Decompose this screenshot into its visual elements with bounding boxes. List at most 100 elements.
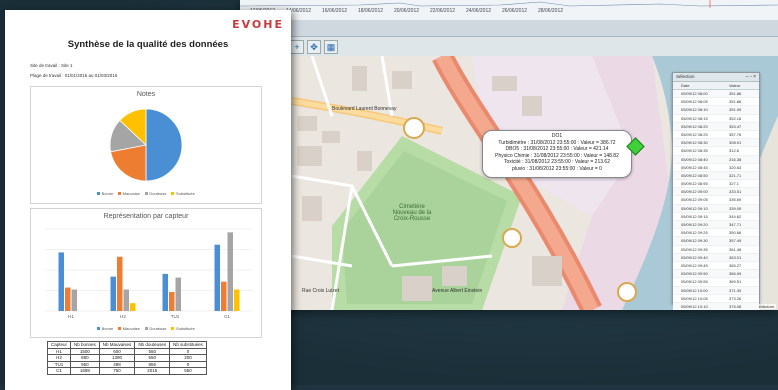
row-date: 05/09/12 08:35 xyxy=(681,148,708,154)
selection-row[interactable]: 05/09/12 10:05 373.26 xyxy=(673,295,759,303)
zoom-in-icon[interactable]: + xyxy=(290,40,304,54)
row-date: 05/09/12 08:20 xyxy=(681,123,708,129)
timeline-strip[interactable]: 12/06/201214/06/201216/06/201218/06/2012… xyxy=(240,0,778,21)
row-date: 05/09/12 08:00 xyxy=(681,91,708,96)
table-row: C1 1698 750 2015 550 xyxy=(46,367,207,375)
map-label-einstein: Avenue Albert Einstein xyxy=(432,288,483,294)
pan-icon[interactable]: ✥ xyxy=(307,40,321,54)
bar-tu1-1 xyxy=(169,291,175,311)
row-date: 05/09/12 08:40 xyxy=(681,156,708,162)
row-value: 351.86 xyxy=(729,99,742,105)
report-title: Synthèse de la qualité des données xyxy=(67,39,229,50)
selection-row[interactable]: 05/09/12 09:35 361.48 xyxy=(673,246,759,254)
row-date: 05/09/12 09:40 xyxy=(681,254,708,260)
bar-c1-3 xyxy=(234,289,240,311)
selection-row[interactable]: 05/09/12 08:00 351.86 xyxy=(673,90,759,99)
close-icon[interactable]: – ▫ × xyxy=(746,73,756,81)
bar-c1-0 xyxy=(214,244,220,311)
selection-row[interactable]: 05/09/12 09:10 339.09 xyxy=(673,204,759,213)
selection-title: Sélection xyxy=(676,74,695,79)
selection-row[interactable]: 05/09/12 09:00 333.51 xyxy=(673,188,759,197)
bar-legend: Bonne Mauvaise Douteuse Substituée xyxy=(31,326,261,331)
legend-item: Douteuse xyxy=(144,191,166,196)
selection-row[interactable]: 05/09/12 08:35 312.6 xyxy=(673,147,759,156)
pie-chart-title: Notes xyxy=(136,91,156,98)
legend-item: Mauvaise xyxy=(118,326,140,331)
row-value: 347.71 xyxy=(729,222,742,227)
layers-icon[interactable]: ▦ xyxy=(324,40,338,54)
selection-row[interactable]: 05/09/12 09:40 363.01 xyxy=(673,253,759,262)
map-toolbar: + ✥ ▦ xyxy=(290,40,338,54)
bar-category-label: C1 xyxy=(224,314,230,319)
row-value: 351.09 xyxy=(729,107,742,113)
selection-panel[interactable]: Sélection – ▫ × Date Valeur 05/09/12 08:… xyxy=(672,72,760,310)
table-header: Nb bonnes xyxy=(70,341,100,349)
selection-row[interactable]: 05/09/12 08:55 327.1 xyxy=(673,180,759,189)
stats-table: Capteur Nb bonnes Nb Mauvaises Nb douteuses… xyxy=(46,341,207,375)
row-value: 320.63 xyxy=(729,164,742,170)
map-label-boulevard: Boulevard Laurent Bonnevay xyxy=(332,106,397,112)
bar-tu1-0 xyxy=(162,273,168,311)
sensor-popup[interactable]: DO1 Turbidimètre : 31/08/2012 23:55:00 :… xyxy=(482,130,632,178)
row-date: 05/09/12 08:05 xyxy=(681,99,708,105)
selection-row[interactable]: 05/09/12 10:00 371.39 xyxy=(673,286,759,295)
selection-row[interactable]: 05/09/12 08:20 353.47 xyxy=(673,122,759,131)
selection-row[interactable]: 05/09/12 08:05 351.86 xyxy=(673,98,759,107)
row-date: 05/09/12 09:45 xyxy=(681,262,708,268)
selection-row[interactable]: 05/09/12 08:30 308.91 xyxy=(673,139,759,148)
map-label-cemetery: Cimetière Nouveau de la Croix-Rousse xyxy=(392,204,432,222)
column-value[interactable]: Valeur xyxy=(729,82,740,89)
selection-row[interactable]: 05/09/12 09:45 365.27 xyxy=(673,262,759,271)
row-value: 352.16 xyxy=(729,115,742,121)
app-window: 12/06/201214/06/201216/06/201218/06/2012… xyxy=(240,0,778,310)
selection-row[interactable]: 05/09/12 09:15 344.62 xyxy=(673,213,759,221)
row-date: 05/09/12 10:00 xyxy=(681,287,708,293)
bar-h2-1 xyxy=(117,256,123,311)
row-value: 357.76 xyxy=(729,131,742,137)
selection-row[interactable]: 05/09/12 08:25 357.76 xyxy=(673,131,759,140)
bar-chart-title: Représentation par capteur xyxy=(103,213,189,220)
selection-row[interactable]: 05/09/12 09:50 366.09 xyxy=(673,270,759,279)
row-date: 05/09/12 09:30 xyxy=(681,238,708,244)
table-cell: C1 xyxy=(46,367,72,375)
row-value: 335.69 xyxy=(729,197,742,203)
selection-row[interactable]: 05/09/12 09:25 350.68 xyxy=(673,229,759,238)
legend-item: Bonne xyxy=(97,191,113,196)
pie-legend: Bonne Mauvaise Douteuse Substituée xyxy=(31,191,261,196)
selection-row[interactable]: 05/09/12 08:40 316.38 xyxy=(673,155,759,164)
row-date: 05/09/12 09:25 xyxy=(681,230,708,236)
timeline-tick: 20/06/2012 xyxy=(394,8,420,14)
timeline-curve xyxy=(240,0,778,8)
selection-row[interactable]: 05/09/12 08:45 320.63 xyxy=(673,164,759,172)
table-header: Nb Mauvaises xyxy=(98,341,136,349)
selection-row[interactable]: 05/09/12 09:20 347.71 xyxy=(673,221,759,230)
row-date: 05/09/12 08:55 xyxy=(681,181,708,187)
bar-h1-1 xyxy=(65,287,71,311)
bar-tu1-2 xyxy=(175,277,181,311)
bar-h1-2 xyxy=(71,289,77,311)
selection-row[interactable]: 05/09/12 09:05 335.69 xyxy=(673,196,759,205)
selection-row[interactable]: 05/09/12 10:10 375.08 xyxy=(673,302,759,310)
row-value: 361.48 xyxy=(729,246,742,252)
row-value: 333.51 xyxy=(729,189,742,195)
row-value: 369.51 xyxy=(729,279,742,285)
bar-chart-svg: H1 H2 TU1 C1 xyxy=(45,228,253,319)
column-date[interactable]: Date xyxy=(673,82,729,89)
pie-chart: Notes Bonne Mauvaise Douteuse Substituée xyxy=(30,86,262,204)
selection-row[interactable]: 05/09/12 08:10 351.09 xyxy=(673,106,759,115)
timeline-tick: 28/06/2012 xyxy=(538,8,564,14)
report-period: Plage de travail : 01/01/2016 au 01/03/2… xyxy=(30,73,118,78)
row-value: 366.09 xyxy=(729,271,742,277)
row-date: 05/09/12 10:10 xyxy=(681,303,708,309)
selection-row[interactable]: 05/09/12 09:55 369.51 xyxy=(673,278,759,287)
row-date: 05/09/12 08:30 xyxy=(681,140,708,146)
bar-chart: Représentation par capteur H1 H2 TU1 C1 Bon… xyxy=(30,208,262,338)
bar-h1-0 xyxy=(58,252,64,311)
pie-chart-svg xyxy=(109,108,183,182)
selection-row[interactable]: 05/09/12 08:50 321.71 xyxy=(673,171,759,181)
selection-row[interactable]: 05/09/12 08:15 352.16 xyxy=(673,115,759,123)
row-date: 05/09/12 08:45 xyxy=(681,164,708,170)
selection-row[interactable]: 05/09/12 09:30 357.49 xyxy=(673,237,759,246)
table-header: Nb substituées xyxy=(169,341,207,349)
legend-item: Substituée xyxy=(171,191,195,196)
